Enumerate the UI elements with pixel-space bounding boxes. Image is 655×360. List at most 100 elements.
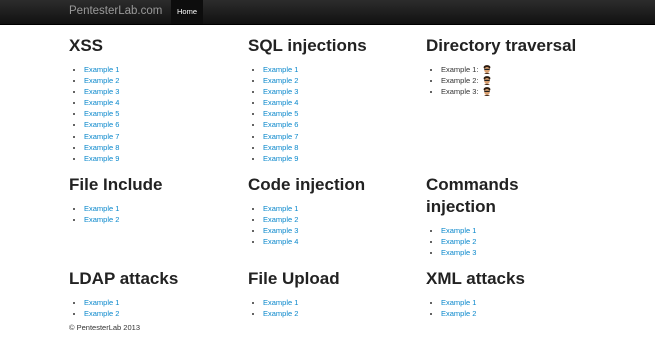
brand-link[interactable]: PentesterLab.com xyxy=(69,5,162,17)
list-item: Example 1 xyxy=(441,225,566,236)
list-item: Example 1 xyxy=(84,297,244,308)
example-link[interactable]: Example 7 xyxy=(84,132,119,141)
example-link[interactable]: Example 9 xyxy=(84,154,119,163)
section-title: LDAP attacks xyxy=(69,269,179,288)
example-link[interactable]: Example 2 xyxy=(263,215,298,224)
list-item: Example 7 xyxy=(84,131,244,142)
list-item: Example 1 xyxy=(263,297,423,308)
list-item: Example 2 xyxy=(441,308,601,319)
section-title: SQL injections xyxy=(248,36,367,55)
section-xml-attacks: XML attacks Example 1 Example 2 xyxy=(426,268,601,319)
example-link[interactable]: Example 2 xyxy=(84,76,119,85)
nav-home-link[interactable]: Home xyxy=(171,0,204,24)
person-face-icon[interactable] xyxy=(483,87,491,97)
list-item: Example 2 xyxy=(263,308,423,319)
example-list: Example 1 Example 2 Example 3 Example 4 … xyxy=(248,64,423,164)
list-item: Example 1 xyxy=(263,64,423,75)
section-title: XML attacks xyxy=(426,269,525,288)
example-link[interactable]: Example 1 xyxy=(84,204,119,213)
example-link[interactable]: Example 2 xyxy=(441,237,476,246)
section-ldap-attacks: LDAP attacks Example 1 Example 2 xyxy=(69,268,244,319)
example-link[interactable]: Example 2 xyxy=(84,309,119,318)
example-link[interactable]: Example 1 xyxy=(263,65,298,74)
list-item: Example 8 xyxy=(263,142,423,153)
example-link[interactable]: Example 9 xyxy=(263,154,298,163)
section-title: File Include xyxy=(69,175,163,194)
example-link[interactable]: Example 6 xyxy=(84,120,119,129)
section-title: Commands injection xyxy=(426,175,519,216)
example-link[interactable]: Example 1 xyxy=(263,204,298,213)
list-item: Example 3 xyxy=(441,247,566,258)
section-title: File Upload xyxy=(248,269,340,288)
list-item: Example 1 xyxy=(441,297,601,308)
example-list: Example 1 Example 2 xyxy=(69,297,244,319)
list-item: Example 1: xyxy=(441,64,601,75)
list-item: Example 6 xyxy=(84,119,244,130)
example-list: Example 1 Example 2 xyxy=(426,297,601,319)
section-commands-injection: Commands injection Example 1 Example 2 E… xyxy=(426,174,566,258)
example-link[interactable]: Example 1 xyxy=(84,65,119,74)
section-code-injection: Code injection Example 1 Example 2 Examp… xyxy=(248,174,423,247)
list-item: Example 9 xyxy=(84,153,244,164)
list-item: Example 1 xyxy=(263,203,423,214)
example-link[interactable]: Example 6 xyxy=(263,120,298,129)
example-link[interactable]: Example 1 xyxy=(84,298,119,307)
example-list: Example 1 Example 2 Example 3 Example 4 … xyxy=(69,64,244,164)
list-item: Example 2 xyxy=(84,308,244,319)
list-item: Example 2 xyxy=(441,236,566,247)
list-item: Example 3 xyxy=(263,225,423,236)
example-list: Example 1 Example 2 xyxy=(248,297,423,319)
example-link[interactable]: Example 5 xyxy=(84,109,119,118)
example-link[interactable]: Example 1 xyxy=(441,298,476,307)
example-link[interactable]: Example 2 xyxy=(263,309,298,318)
example-link[interactable]: Example 4 xyxy=(84,98,119,107)
example-link[interactable]: Example 1 xyxy=(441,226,476,235)
example-link[interactable]: Example 3 xyxy=(441,248,476,257)
example-link[interactable]: Example 3 xyxy=(263,226,298,235)
example-link[interactable]: Example 2 xyxy=(263,76,298,85)
section-xss: XSS Example 1 Example 2 Example 3 Exampl… xyxy=(69,35,244,164)
list-item: Example 2: xyxy=(441,75,601,86)
example-link[interactable]: Example 5 xyxy=(263,109,298,118)
section-title: Code injection xyxy=(248,175,366,194)
list-item: Example 5 xyxy=(84,108,244,119)
list-item: Example 2 xyxy=(84,75,244,86)
example-link[interactable]: Example 2 xyxy=(84,215,119,224)
example-link[interactable]: Example 7 xyxy=(263,132,298,141)
person-face-icon[interactable] xyxy=(483,65,491,74)
list-item: Example 3: xyxy=(441,86,601,97)
example-label: Example 2: xyxy=(441,76,479,86)
list-item: Example 6 xyxy=(263,119,423,130)
list-item: Example 5 xyxy=(263,108,423,119)
list-item: Example 9 xyxy=(263,153,423,164)
navbar: PentesterLab.com Home xyxy=(0,0,655,25)
person-face-icon[interactable] xyxy=(483,76,491,86)
section-sql-injections: SQL injections Example 1 Example 2 Examp… xyxy=(248,35,423,164)
example-link[interactable]: Example 3 xyxy=(84,87,119,96)
example-list: Example 1 Example 2 Example 3 xyxy=(426,225,566,258)
example-list: Example 1: Example 2: Example 3: xyxy=(426,64,601,97)
section-file-include: File Include Example 1 Example 2 xyxy=(69,174,244,225)
list-item: Example 1 xyxy=(84,64,244,75)
footer-copyright: © PentesterLab 2013 xyxy=(69,323,140,332)
example-link[interactable]: Example 3 xyxy=(263,87,298,96)
example-label: Example 1: xyxy=(441,65,479,74)
section-title: Directory traversal xyxy=(426,36,577,55)
section-title: XSS xyxy=(69,36,104,55)
example-link[interactable]: Example 1 xyxy=(263,298,298,307)
example-label: Example 3: xyxy=(441,87,479,97)
list-item: Example 8 xyxy=(84,142,244,153)
list-item: Example 4 xyxy=(84,97,244,108)
list-item: Example 4 xyxy=(263,97,423,108)
example-link[interactable]: Example 4 xyxy=(263,98,298,107)
list-item: Example 3 xyxy=(263,86,423,97)
example-link[interactable]: Example 4 xyxy=(263,237,298,246)
list-item: Example 2 xyxy=(263,75,423,86)
example-link[interactable]: Example 8 xyxy=(84,143,119,152)
list-item: Example 1 xyxy=(84,203,244,214)
example-link[interactable]: Example 8 xyxy=(263,143,298,152)
section-file-upload: File Upload Example 1 Example 2 xyxy=(248,268,423,319)
example-link[interactable]: Example 2 xyxy=(441,309,476,318)
example-list: Example 1 Example 2 xyxy=(69,203,244,225)
list-item: Example 3 xyxy=(84,86,244,97)
